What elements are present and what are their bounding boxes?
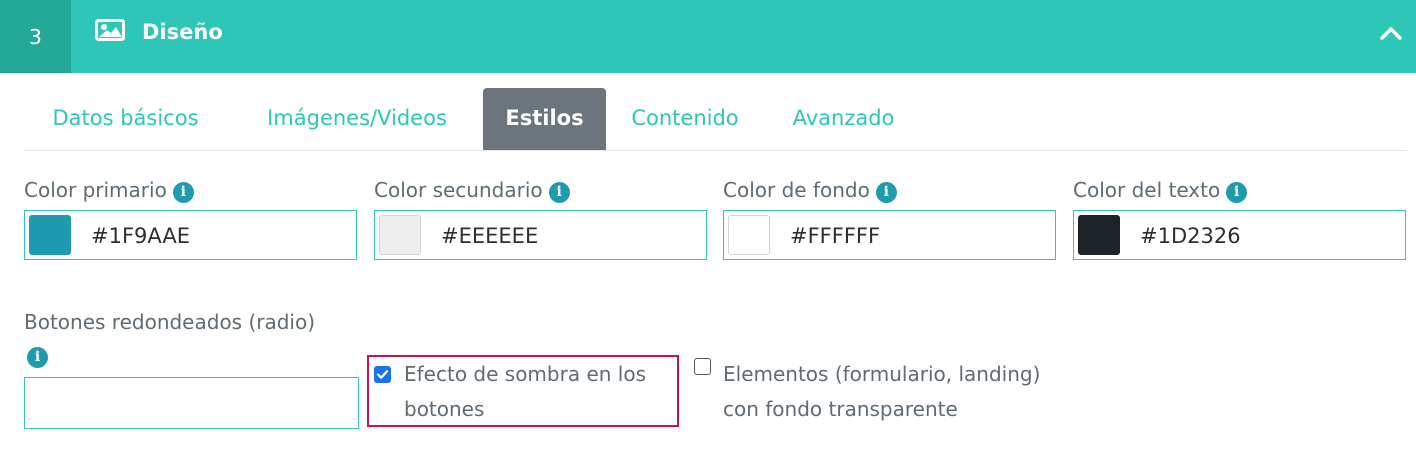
info-icon[interactable]: i: [172, 182, 194, 203]
info-icon[interactable]: i: [548, 182, 570, 203]
checkmark-icon: [376, 370, 389, 379]
info-icon[interactable]: i: [1226, 182, 1248, 203]
tab-datos-basicos[interactable]: Datos básicos: [24, 88, 227, 150]
tab-imagenes-videos[interactable]: Imágenes/Videos: [254, 88, 460, 150]
primary-color-label: Color primario i: [24, 178, 194, 203]
background-color-input[interactable]: #FFFFFF: [723, 210, 1056, 260]
tab-estilos[interactable]: Estilos: [483, 88, 606, 150]
section-header[interactable]: 3 Diseño: [0, 0, 1416, 73]
radius-input[interactable]: [24, 377, 359, 429]
radius-label: Botones redondeados (radio): [24, 310, 316, 334]
secondary-color-input[interactable]: #EEEEEE: [374, 210, 707, 260]
section-title: Diseño: [142, 20, 223, 44]
info-icon[interactable]: i: [875, 182, 897, 203]
primary-color-value: #1F9AAE: [91, 224, 190, 248]
tab-avanzado[interactable]: Avanzado: [786, 88, 901, 150]
shadow-checkbox[interactable]: [374, 366, 391, 383]
transparent-label-line1: Elementos (formulario, landing): [723, 362, 1041, 386]
text-color-label-text: Color del texto: [1073, 178, 1221, 202]
background-color-swatch[interactable]: [728, 215, 770, 255]
secondary-color-label-text: Color secundario: [374, 178, 543, 202]
text-color-swatch[interactable]: [1078, 215, 1120, 255]
background-color-value: #FFFFFF: [790, 224, 881, 248]
background-color-label-text: Color de fondo: [723, 178, 870, 202]
info-icon[interactable]: i: [27, 347, 48, 368]
text-color-value: #1D2326: [1140, 224, 1241, 248]
text-color-label: Color del texto i: [1073, 178, 1248, 203]
chevron-up-icon[interactable]: [1379, 24, 1403, 42]
primary-color-swatch[interactable]: [29, 215, 71, 255]
primary-color-label-text: Color primario: [24, 178, 167, 202]
shadow-label-line2: botones: [404, 397, 485, 421]
text-color-input[interactable]: #1D2326: [1073, 210, 1406, 260]
secondary-color-value: #EEEEEE: [441, 224, 539, 248]
shadow-label-line1: Efecto de sombra en los: [404, 362, 646, 386]
step-number: 3: [0, 0, 71, 73]
transparent-label-line2: con fondo transparente: [723, 397, 958, 421]
background-color-label: Color de fondo i: [723, 178, 897, 203]
tab-contenido[interactable]: Contenido: [621, 88, 749, 150]
tab-bar: Datos básicos Imágenes/Videos Estilos Co…: [24, 88, 1407, 151]
primary-color-input[interactable]: #1F9AAE: [24, 210, 357, 260]
transparent-checkbox-label[interactable]: Elementos (formulario, landing) con fond…: [723, 357, 1040, 427]
secondary-color-label: Color secundario i: [374, 178, 570, 203]
shadow-checkbox-label[interactable]: Efecto de sombra en los botones: [404, 357, 646, 427]
image-icon: [95, 19, 125, 41]
secondary-color-swatch[interactable]: [379, 215, 421, 255]
transparent-checkbox[interactable]: [694, 358, 711, 375]
